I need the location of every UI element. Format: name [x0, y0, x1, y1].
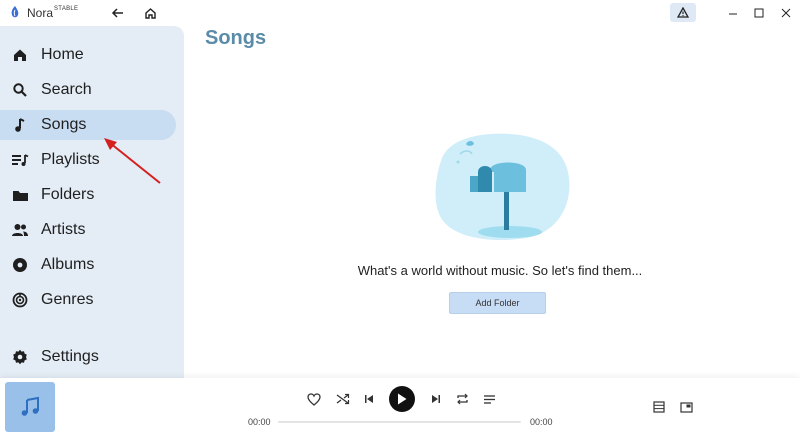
title-bar: Nora STABLE [0, 0, 800, 26]
warning-icon [677, 7, 689, 18]
next-button[interactable] [427, 390, 445, 408]
maximize-icon [754, 8, 764, 18]
repeat-button[interactable] [453, 390, 471, 408]
play-button[interactable] [389, 386, 415, 412]
sidebar-item-label: Songs [41, 116, 87, 133]
sidebar-item-label: Folders [41, 186, 95, 203]
seek-bar[interactable] [278, 421, 521, 423]
heart-icon [307, 392, 321, 406]
folder-icon [11, 186, 29, 204]
mini-player-button[interactable] [677, 398, 695, 416]
minimize-button[interactable] [724, 4, 742, 22]
previous-button[interactable] [360, 390, 378, 408]
total-time: 00:00 [530, 417, 553, 427]
sidebar-item-label: Playlists [41, 151, 100, 168]
queue-list-icon [653, 401, 665, 413]
shuffle-button[interactable] [334, 390, 352, 408]
home-icon [11, 46, 29, 64]
sidebar-item-home[interactable]: Home [0, 40, 176, 70]
search-icon [11, 81, 29, 99]
mini-player-icon [679, 401, 693, 413]
player-bar: 00:00 00:00 [0, 378, 800, 437]
sidebar-item-settings[interactable]: Settings [0, 342, 176, 372]
sidebar-item-label: Genres [41, 291, 94, 308]
sidebar-item-label: Search [41, 81, 92, 98]
sidebar-item-label: Artists [41, 221, 86, 238]
play-icon [398, 393, 407, 405]
music-note-icon [11, 116, 29, 134]
back-button[interactable] [109, 4, 127, 22]
page-title: Songs [205, 27, 267, 49]
release-badge: STABLE [54, 6, 79, 12]
home-outline-icon [144, 7, 156, 19]
minimize-icon [729, 13, 737, 15]
sidebar-item-artists[interactable]: Artists [0, 215, 176, 245]
like-button[interactable] [305, 390, 323, 408]
sidebar-item-albums[interactable]: Albums [0, 250, 176, 280]
maximize-button[interactable] [750, 4, 768, 22]
app-logo-icon [11, 6, 19, 18]
home-nav-button[interactable] [141, 4, 159, 22]
genres-icon [11, 291, 29, 309]
sidebar-item-label: Albums [41, 256, 95, 273]
queue-button[interactable] [480, 390, 498, 408]
album-icon [11, 256, 29, 274]
gear-icon [11, 348, 29, 366]
lyrics-list-icon [483, 394, 495, 404]
arrow-left-icon [111, 8, 123, 18]
add-folder-button[interactable]: Add Folder [449, 292, 546, 314]
music-notes-icon [21, 396, 39, 416]
skip-next-icon [432, 395, 440, 403]
playlist-icon [11, 151, 29, 169]
alert-button[interactable] [670, 3, 696, 22]
people-icon [11, 221, 29, 239]
repeat-icon [456, 393, 468, 405]
album-cover [5, 382, 55, 432]
skip-previous-icon [365, 395, 373, 403]
sidebar-item-search[interactable]: Search [0, 75, 176, 105]
close-icon [781, 8, 791, 18]
current-time: 00:00 [248, 417, 271, 427]
empty-state-message: What's a world without music. So let's f… [357, 263, 643, 278]
annotation-arrow-icon [104, 138, 161, 184]
sidebar-item-genres[interactable]: Genres [0, 285, 176, 315]
sidebar-item-label: Settings [41, 348, 99, 365]
queue-panel-button[interactable] [650, 398, 668, 416]
shuffle-icon [336, 393, 350, 405]
app-name: Nora [27, 6, 54, 20]
mailbox-illustration [435, 133, 570, 241]
sidebar: Home Search Songs Playlists Folders Arti… [0, 26, 184, 378]
sidebar-item-label: Home [41, 46, 84, 63]
close-button[interactable] [777, 4, 795, 22]
